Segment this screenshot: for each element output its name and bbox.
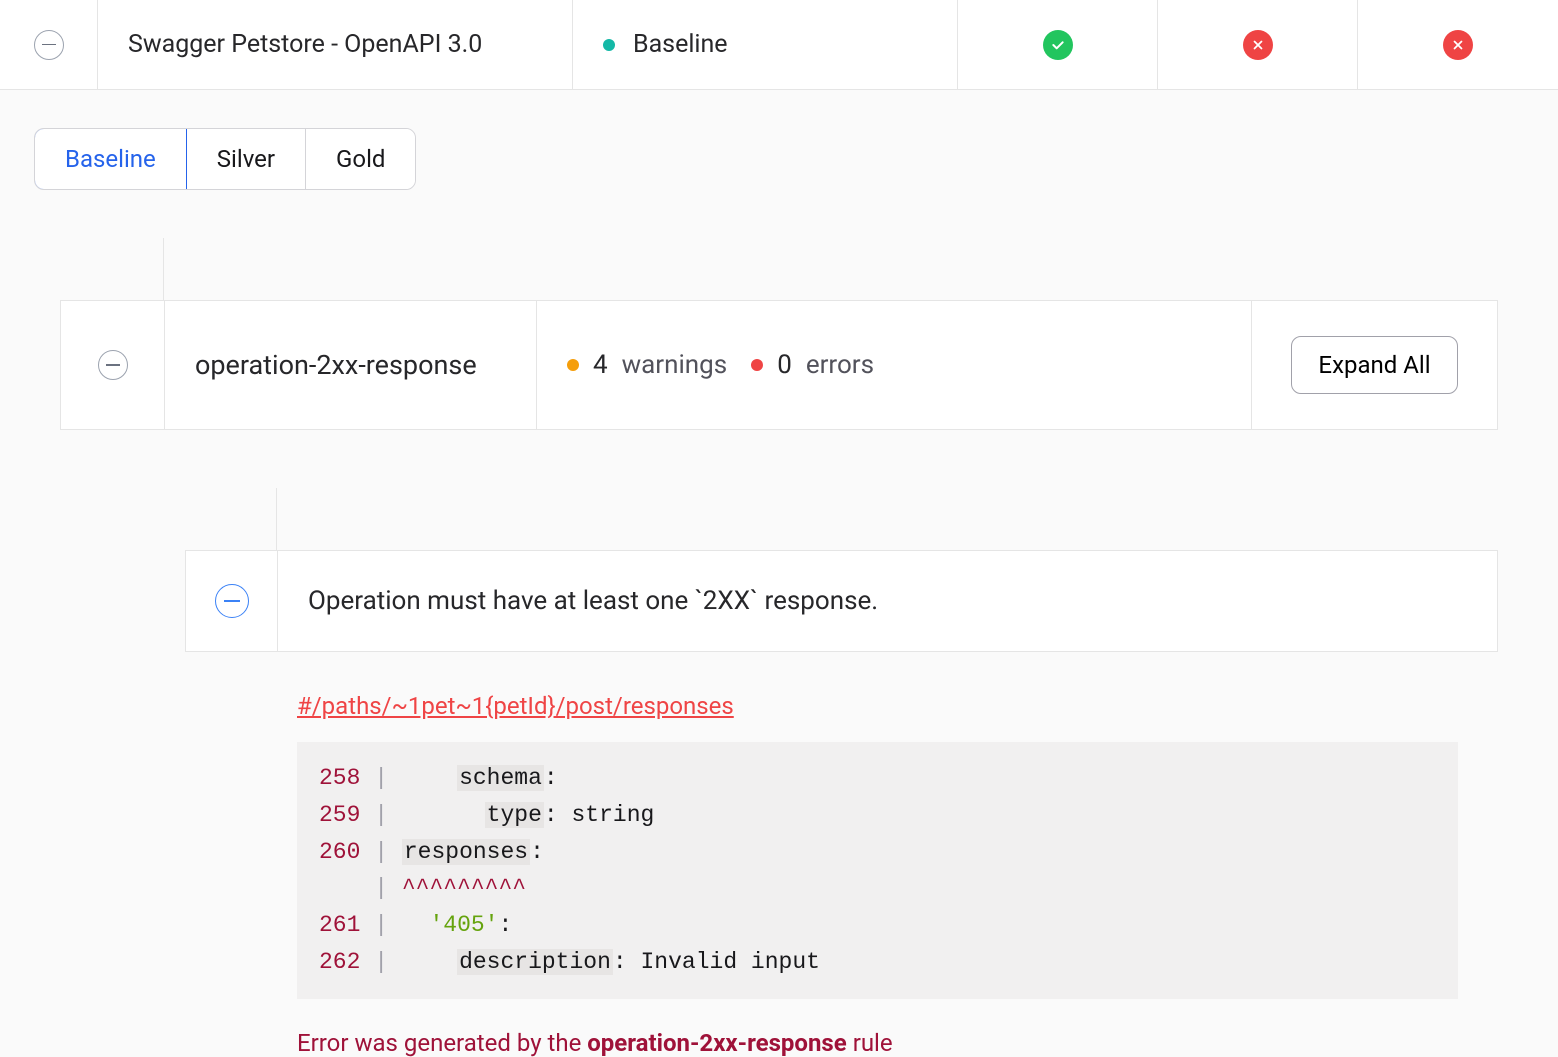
- status-cell-fail-2: [1358, 0, 1558, 89]
- header-row: Swagger Petstore - OpenAPI 3.0 Baseline: [0, 0, 1558, 90]
- status-cell-fail-1: [1158, 0, 1358, 89]
- rule-stats-cell: 4 warnings 0 errors: [537, 301, 1252, 429]
- collapse-icon[interactable]: [98, 350, 128, 380]
- tier-segmented-control: Baseline Silver Gold: [34, 128, 416, 190]
- collapse-icon[interactable]: [34, 30, 64, 60]
- expand-all-button[interactable]: Expand All: [1291, 336, 1457, 394]
- errors-label: errors: [806, 350, 874, 380]
- errors-count: 0: [777, 350, 792, 380]
- baseline-label: Baseline: [633, 30, 728, 59]
- rule-container: operation-2xx-response 4 warnings 0 erro…: [60, 238, 1498, 430]
- check-icon: [1043, 30, 1073, 60]
- tab-baseline[interactable]: Baseline: [34, 128, 187, 190]
- rule-blank-strip: [60, 238, 1498, 300]
- rule-collapse-cell: [61, 301, 165, 429]
- x-icon: [1443, 30, 1473, 60]
- detail-collapse-cell: [186, 551, 278, 651]
- code-block: 258 | schema:259 | type: string260 | res…: [297, 742, 1458, 999]
- header-collapse-cell: [0, 0, 98, 89]
- detail-blank-strip: [185, 488, 1498, 550]
- baseline-dot-icon: [603, 39, 615, 51]
- header-baseline-cell: Baseline: [573, 0, 958, 89]
- error-dot-icon: [751, 359, 763, 371]
- error-suffix: rule: [847, 1029, 893, 1057]
- warnings-label: warnings: [622, 350, 728, 380]
- json-path-link[interactable]: #/paths/~1pet~1{petId}/post/responses: [297, 692, 734, 720]
- error-prefix: Error was generated by the: [297, 1029, 587, 1057]
- error-generated-text: Error was generated by the operation-2xx…: [297, 1029, 1458, 1057]
- rule-name-cell: operation-2xx-response: [165, 301, 537, 429]
- detail-row: Operation must have at least one `2XX` r…: [185, 550, 1498, 652]
- warning-dot-icon: [567, 359, 579, 371]
- collapse-icon[interactable]: [215, 584, 249, 618]
- status-cell-pass: [958, 0, 1158, 89]
- rule-row: operation-2xx-response 4 warnings 0 erro…: [60, 300, 1498, 430]
- detail-message: Operation must have at least one `2XX` r…: [308, 586, 878, 616]
- tab-silver[interactable]: Silver: [187, 129, 306, 189]
- warnings-count: 4: [593, 350, 608, 380]
- x-icon: [1243, 30, 1273, 60]
- detail-body: #/paths/~1pet~1{petId}/post/responses 25…: [185, 652, 1498, 1057]
- api-title: Swagger Petstore - OpenAPI 3.0: [128, 30, 482, 59]
- detail-container: Operation must have at least one `2XX` r…: [185, 488, 1498, 1057]
- header-title-cell: Swagger Petstore - OpenAPI 3.0: [98, 0, 573, 89]
- error-rule-name: operation-2xx-response: [587, 1029, 846, 1057]
- tab-gold[interactable]: Gold: [306, 129, 415, 189]
- tier-tab-row: Baseline Silver Gold: [0, 90, 1558, 228]
- rule-name: operation-2xx-response: [195, 349, 477, 381]
- detail-message-cell: Operation must have at least one `2XX` r…: [278, 551, 1497, 651]
- rule-action-cell: Expand All: [1252, 301, 1497, 429]
